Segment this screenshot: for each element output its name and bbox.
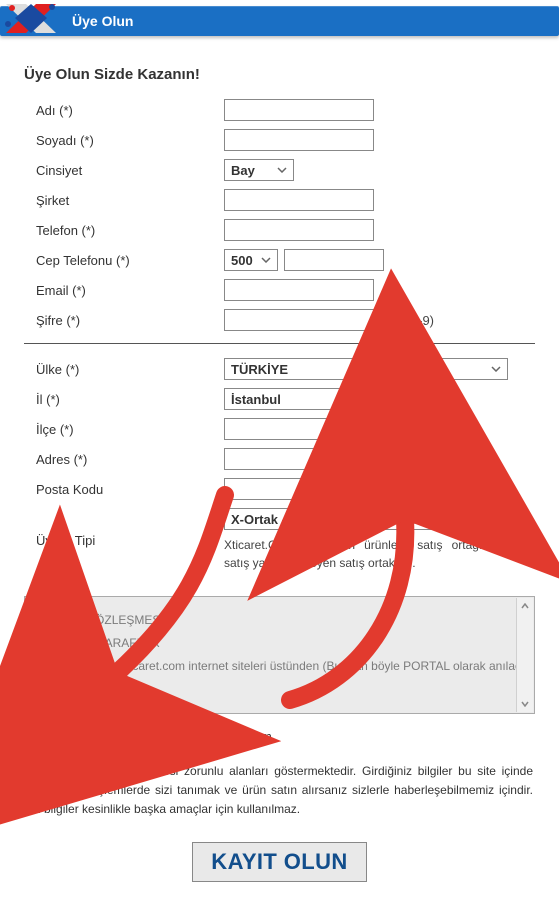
province-select[interactable]: İstanbul bbox=[224, 388, 354, 410]
company-input[interactable] bbox=[224, 189, 374, 211]
membership-type-select[interactable]: X-Ortak - Standart Satış Ortaklığı (Affi… bbox=[224, 508, 524, 530]
label-postal: Posta Kodu bbox=[24, 482, 224, 497]
submit-button[interactable]: KAYIT OLUN bbox=[192, 842, 366, 882]
page-title: Üye Olun Sizde Kazanın! bbox=[24, 66, 535, 83]
chevron-down-icon bbox=[277, 167, 287, 173]
submit-button-label: KAYIT OLUN bbox=[211, 849, 347, 874]
mobile-prefix-value: 500 bbox=[231, 253, 253, 268]
membership-type-value: X-Ortak - Standart Satış Ortaklığı (Affi… bbox=[231, 512, 493, 527]
chevron-down-icon bbox=[507, 516, 517, 522]
label-address: Adres (*) bbox=[24, 452, 224, 467]
terms-line-1: Madde 1 - TARAFLAR bbox=[41, 632, 518, 655]
header-title: Üye Olun bbox=[72, 13, 133, 29]
label-last-name: Soyadı (*) bbox=[24, 133, 224, 148]
country-select[interactable]: TÜRKİYE bbox=[224, 358, 508, 380]
postal-input[interactable] bbox=[224, 478, 374, 500]
address-input[interactable] bbox=[224, 448, 374, 470]
terms-line-2: A-Bir tarafta …xticaret.com internet sit… bbox=[41, 655, 518, 678]
divider bbox=[24, 343, 535, 344]
first-name-input[interactable] bbox=[224, 99, 374, 121]
label-first-name: Adı (*) bbox=[24, 103, 224, 118]
gender-select-value: Bay bbox=[231, 163, 255, 178]
chevron-down-icon bbox=[337, 396, 347, 402]
district-input[interactable] bbox=[224, 418, 374, 440]
agree-label: Sözleşmeyi Okudum ve Onaylıyorum bbox=[58, 729, 272, 744]
province-select-value: İstanbul bbox=[231, 392, 281, 407]
label-mobile: Cep Telefonu (*) bbox=[24, 253, 224, 268]
label-phone: Telefon (*) bbox=[24, 223, 224, 238]
password-hint: (A-Z 0-9) bbox=[382, 313, 434, 328]
password-input[interactable] bbox=[224, 309, 374, 331]
label-password: Şifre (*) bbox=[24, 313, 224, 328]
label-email: Email (*) bbox=[24, 283, 224, 298]
terms-content[interactable]: ÜYELİK SÖZLEŞMESİ Madde 1 - TARAFLAR A-B… bbox=[25, 597, 534, 687]
required-note: Not: (*) Üyelik için girilmesi zorunlu a… bbox=[24, 758, 535, 824]
label-province: İl (*) bbox=[24, 392, 224, 407]
country-select-value: TÜRKİYE bbox=[231, 362, 288, 377]
label-company: Şirket bbox=[24, 193, 224, 208]
agree-checkbox[interactable] bbox=[34, 728, 50, 744]
gender-select[interactable]: Bay bbox=[224, 159, 294, 181]
terms-heading: ÜYELİK SÖZLEŞMESİ bbox=[41, 609, 518, 632]
mobile-number-input[interactable] bbox=[284, 249, 384, 271]
scroll-up-icon[interactable] bbox=[517, 598, 534, 614]
phone-input[interactable] bbox=[224, 219, 374, 241]
terms-box: ÜYELİK SÖZLEŞMESİ Madde 1 - TARAFLAR A-B… bbox=[24, 596, 535, 714]
label-country: Ülke (*) bbox=[24, 362, 224, 377]
label-membership-type: Üyelik Tipi bbox=[24, 533, 224, 548]
chevron-down-icon bbox=[261, 257, 271, 263]
scrollbar[interactable] bbox=[516, 598, 533, 712]
mobile-prefix-select[interactable]: 500 bbox=[224, 249, 278, 271]
scroll-down-icon[interactable] bbox=[517, 696, 534, 712]
chevron-down-icon bbox=[491, 366, 501, 372]
page-header: Üye Olun bbox=[0, 6, 559, 36]
label-gender: Cinsiyet bbox=[24, 163, 224, 178]
email-input[interactable] bbox=[224, 279, 374, 301]
membership-type-desc: Xticaret.Com üzerinden ürünlere satış or… bbox=[224, 536, 524, 572]
label-district: İlçe (*) bbox=[24, 422, 224, 437]
last-name-input[interactable] bbox=[224, 129, 374, 151]
